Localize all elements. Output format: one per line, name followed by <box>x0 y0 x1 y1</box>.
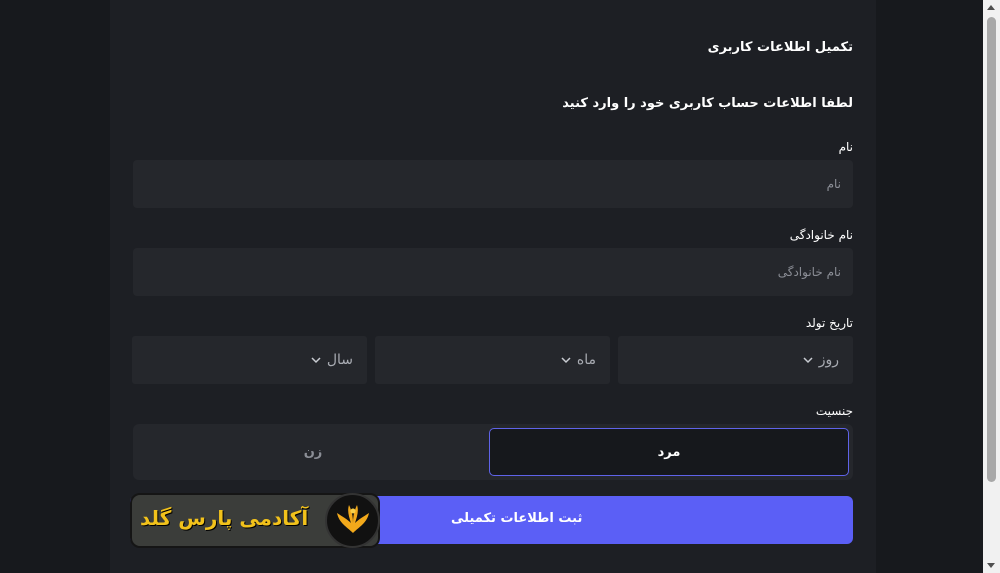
gender-toggle: مرد زن <box>133 424 853 480</box>
scroll-down-icon[interactable] <box>987 563 995 568</box>
birth-day-select[interactable]: روز <box>618 336 853 384</box>
watermark-text: آکادمی پارس گلد <box>140 506 309 530</box>
gender-female-button[interactable]: زن <box>133 428 493 476</box>
birth-date-label: تاریخ تولد <box>805 316 853 330</box>
phoenix-emblem-icon <box>325 493 380 548</box>
scroll-up-icon[interactable] <box>987 5 995 10</box>
birth-month-value: ماه <box>576 352 596 368</box>
profile-form-card: تکمیل اطلاعات کاربری لطفا اطلاعات حساب ک… <box>110 0 876 573</box>
first-name-label: نام <box>838 140 853 154</box>
last-name-label: نام خانوادگی <box>789 228 853 242</box>
first-name-input[interactable] <box>133 160 853 208</box>
birth-month-select[interactable]: ماه <box>375 336 610 384</box>
birth-year-select[interactable]: سال <box>132 336 367 384</box>
watermark-logo: آکادمی پارس گلد <box>130 493 380 548</box>
phoenix-icon <box>336 504 369 533</box>
submit-label: ثبت اطلاعات تکمیلی <box>451 511 583 526</box>
chevron-down-icon <box>561 357 571 364</box>
form-title: تکمیل اطلاعات کاربری <box>707 40 853 55</box>
gender-label: جنسیت <box>815 404 853 418</box>
gender-male-button[interactable]: مرد <box>489 428 849 476</box>
birth-day-value: روز <box>818 352 839 368</box>
form-subtitle: لطفا اطلاعات حساب کاربری خود را وارد کنی… <box>562 96 853 111</box>
chevron-down-icon <box>311 357 321 364</box>
chevron-down-icon <box>803 357 813 364</box>
birth-year-value: سال <box>326 352 353 368</box>
page-scrollbar[interactable] <box>983 0 1000 573</box>
last-name-input[interactable] <box>133 248 853 296</box>
scroll-thumb[interactable] <box>987 17 996 482</box>
